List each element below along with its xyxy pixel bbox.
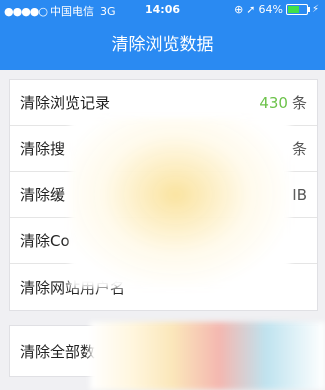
- clear-history-value: 430 条: [259, 92, 307, 113]
- page-title: 清除浏览数据: [111, 35, 214, 55]
- battery-percent: 64%: [258, 3, 283, 16]
- clear-search-unit: 条: [291, 140, 307, 158]
- lock-rotation-icon: ⊕: [234, 3, 244, 16]
- clear-cache-label: 清除缓: [20, 186, 66, 204]
- location-icon: ➚: [246, 3, 256, 16]
- charging-icon: ⚡: [311, 4, 319, 15]
- history-count: 430: [259, 94, 288, 112]
- clear-cookies-label: 清除Co: [20, 232, 70, 250]
- clear-cache-size: IB: [292, 185, 307, 204]
- blur-overlay: [70, 118, 290, 288]
- battery-icon: [285, 4, 310, 15]
- clear-all-label: 清除全部数: [20, 342, 96, 361]
- status-bar: ●●●●○ 中国电信 3G 14:06 ⊕ ➚ 64% ⚡: [0, 0, 325, 20]
- nav-bar: 清除浏览数据: [0, 20, 325, 70]
- blur-overlay-bottom: [90, 322, 325, 390]
- battery-fill: [287, 6, 300, 13]
- clear-search-label: 清除搜: [20, 140, 66, 158]
- history-unit: 条: [291, 94, 307, 112]
- clear-history-label: 清除浏览记录: [20, 94, 111, 112]
- status-right: ⊕ ➚ 64% ⚡: [234, 3, 319, 16]
